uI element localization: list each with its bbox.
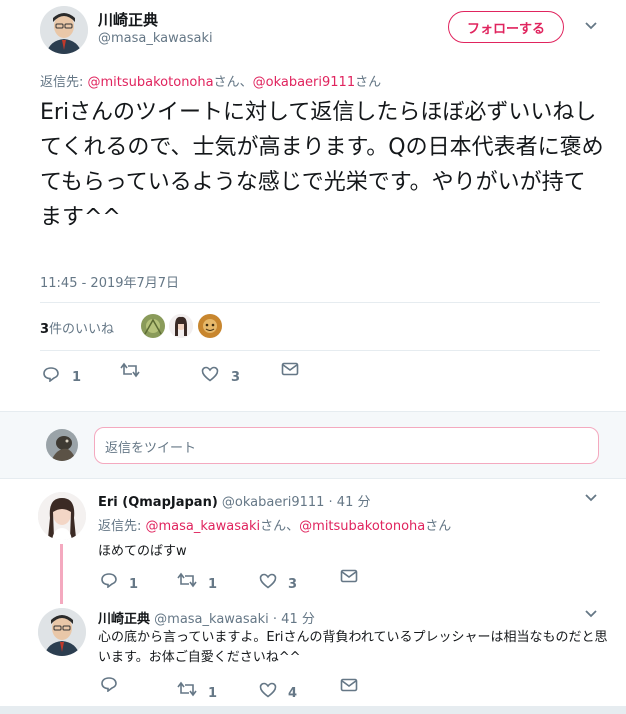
reply-to-line: 返信先: @mitsubakotonohaさん、@okabaeri9111さん [40,75,382,90]
mention-mitsubakotonoha[interactable]: @mitsubakotonoha [88,75,214,90]
liker-avatar[interactable] [141,314,165,338]
current-user-avatar [46,429,78,461]
heart-icon [259,682,277,698]
tweet-timestamp[interactable]: 11:45 - 2019年7月7日 [40,272,179,291]
reply-author-avatar[interactable] [38,608,86,656]
reply1-text: ほめてのばすw [98,544,187,559]
mention-mitsubakotonoha[interactable]: @mitsubakotonoha [299,519,425,534]
reply1-reply-action[interactable]: 1 [100,567,138,592]
retweet-icon [120,362,140,378]
reply2-author-handle[interactable]: @masa_kawasaki [154,612,269,627]
reply2-retweet-action[interactable]: 1 [177,676,217,701]
retweet-action[interactable] [120,362,140,378]
liker-avatar[interactable] [169,314,193,338]
envelope-icon [340,569,358,583]
heart-icon [201,366,219,382]
follow-button[interactable]: フォローする [448,11,564,43]
reply-icon [101,677,117,692]
reply-count: 1 [72,370,82,385]
reply1-header: Eri (QmapJapan) @okabaeri9111 · 41 分 [98,491,371,510]
like-action[interactable]: 3 [201,362,240,385]
chevron-down-icon[interactable] [584,607,598,621]
reply-icon [101,572,117,588]
dm-action[interactable] [281,362,299,376]
reply-action[interactable]: 1 [42,362,81,385]
reply1-dm-action[interactable] [340,569,358,583]
chevron-down-icon[interactable] [584,491,598,505]
reply1-time[interactable]: · 41 分 [329,495,371,510]
retweet-icon [177,572,197,587]
mention-okabaeri9111[interactable]: @okabaeri9111 [253,75,355,90]
divider [40,350,600,351]
reply1-like-action[interactable]: 3 [259,569,297,592]
envelope-icon [340,678,358,692]
reply-input[interactable]: 返信をツイート [94,427,599,464]
reply2-author-name[interactable]: 川崎正典 [98,612,150,627]
tweet-text: Eriさんのツイートに対して返信したらほぼ必ずいいねしてくれるので、士気が高まり… [40,100,604,230]
reply1-reply-to: 返信先: @masa_kawasakiさん、@mitsubakotonohaさん [98,519,452,534]
reply2-dm-action[interactable] [340,678,358,692]
author-avatar[interactable] [40,6,88,54]
divider [0,706,626,714]
reply2-header: 川崎正典 @masa_kawasaki · 41 分 [98,608,315,627]
divider [40,302,600,303]
liker-avatar[interactable] [198,314,222,338]
reply1-author-handle[interactable]: @okabaeri9111 [222,495,324,510]
reply-author-avatar[interactable] [38,492,86,540]
author-name[interactable]: 川崎正典 [98,9,158,30]
reply2-like-action[interactable]: 4 [259,678,297,701]
reply1-retweet-action[interactable]: 1 [177,567,217,592]
like-count: 3 [231,370,241,385]
reply-icon [43,366,59,382]
reply2-time[interactable]: · 41 分 [273,612,315,627]
retweet-icon [177,681,197,696]
envelope-icon [281,362,299,376]
reply1-author-name[interactable]: Eri (QmapJapan) [98,495,218,510]
reply2-text: 心の底から言っていますよ。Eriさんの背負われているプレッシャーは相当なものだと… [98,630,608,665]
thread-connector [60,544,63,604]
likes-summary[interactable]: 3件のいいね [40,318,114,337]
heart-icon [259,573,277,589]
reply2-reply-action[interactable] [100,676,118,692]
author-handle[interactable]: @masa_kawasaki [98,31,213,46]
chevron-down-icon[interactable] [584,19,598,33]
mention-masa-kawasaki[interactable]: @masa_kawasaki [146,519,261,534]
